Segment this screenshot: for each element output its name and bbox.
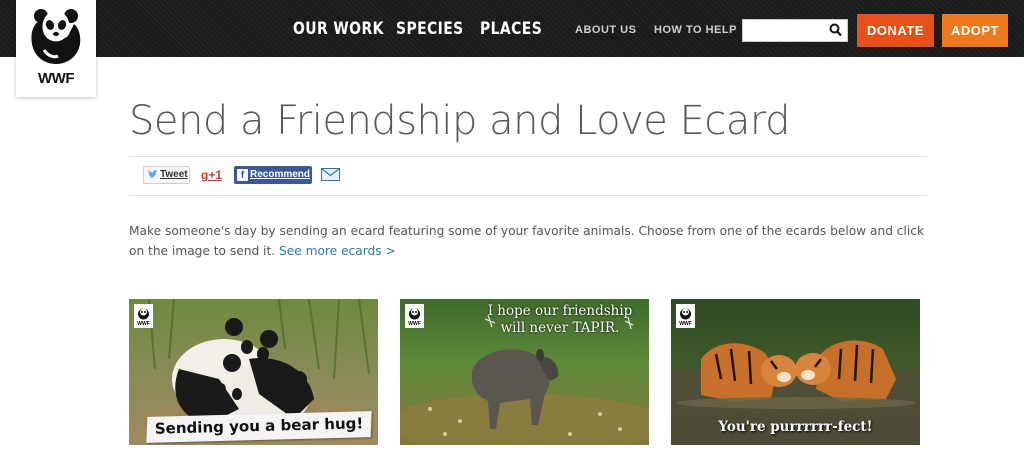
ecard-caption: You're purrrrrr-fect! [718,419,873,435]
search-box [742,19,848,42]
see-more-ecards-link[interactable]: See more ecards > [279,244,396,258]
panda-logo-icon [680,308,691,320]
wwf-badge-text: WWF [137,321,150,327]
wwf-logo[interactable]: WWF [16,0,96,97]
ecard-tigers[interactable]: WWF You're purrrrrr-fect! [671,299,920,445]
tweet-label: Tweet [160,169,188,180]
panda-logo-icon [409,308,420,320]
divider [129,156,927,157]
nav-how-to-help[interactable]: HOW TO HELP [654,24,737,36]
twitter-icon [148,170,158,178]
wwf-badge: WWF [676,304,695,328]
search-input[interactable] [743,20,827,41]
donate-button[interactable]: DONATE [857,14,934,47]
logo-text: WWF [38,70,74,87]
mail-icon [321,168,340,181]
panda-logo-icon [138,308,149,320]
top-header: OUR WORK SPECIES PLACES ABOUT US HOW TO … [0,0,1024,57]
tweet-button[interactable]: Tweet [143,166,190,184]
nav-about-us[interactable]: ABOUT US [575,24,636,36]
intro-paragraph: Make someone's day by sending an ecard f… [129,221,927,261]
wwf-badge-text: WWF [408,321,421,327]
ecard-caption: Sending you a bear hug! [154,414,364,438]
adopt-button[interactable]: ADOPT [942,14,1008,47]
wwf-badge: WWF [405,304,424,328]
nav-places[interactable]: PLACES [480,19,542,39]
recommend-label: Recommend [250,169,311,180]
search-icon[interactable] [829,23,842,42]
google-plus-button[interactable]: g+1 [201,166,222,184]
page-title: Send a Friendship and Love Ecard [129,98,791,144]
nav-our-work[interactable]: OUR WORK [293,19,384,39]
nav-species[interactable]: SPECIES [396,19,464,39]
google-plus-label: g+1 [201,168,223,182]
wwf-badge-text: WWF [679,321,692,327]
facebook-icon: f [237,169,248,181]
intro-text: Make someone's day by sending an ecard f… [129,224,925,258]
ecard-caption: I hope our friendship will never TAPIR. [487,303,633,336]
panda-logo-icon [31,9,81,64]
wwf-badge: WWF [134,304,153,328]
divider [129,195,927,196]
facebook-recommend-button[interactable]: f Recommend [234,166,312,184]
email-share-button[interactable] [321,168,340,181]
ecard-bear-hug[interactable]: WWF Sending you a bear hug! [129,299,378,445]
ecard-tapir[interactable]: WWF I hope our friendship will never TAP… [400,299,649,445]
